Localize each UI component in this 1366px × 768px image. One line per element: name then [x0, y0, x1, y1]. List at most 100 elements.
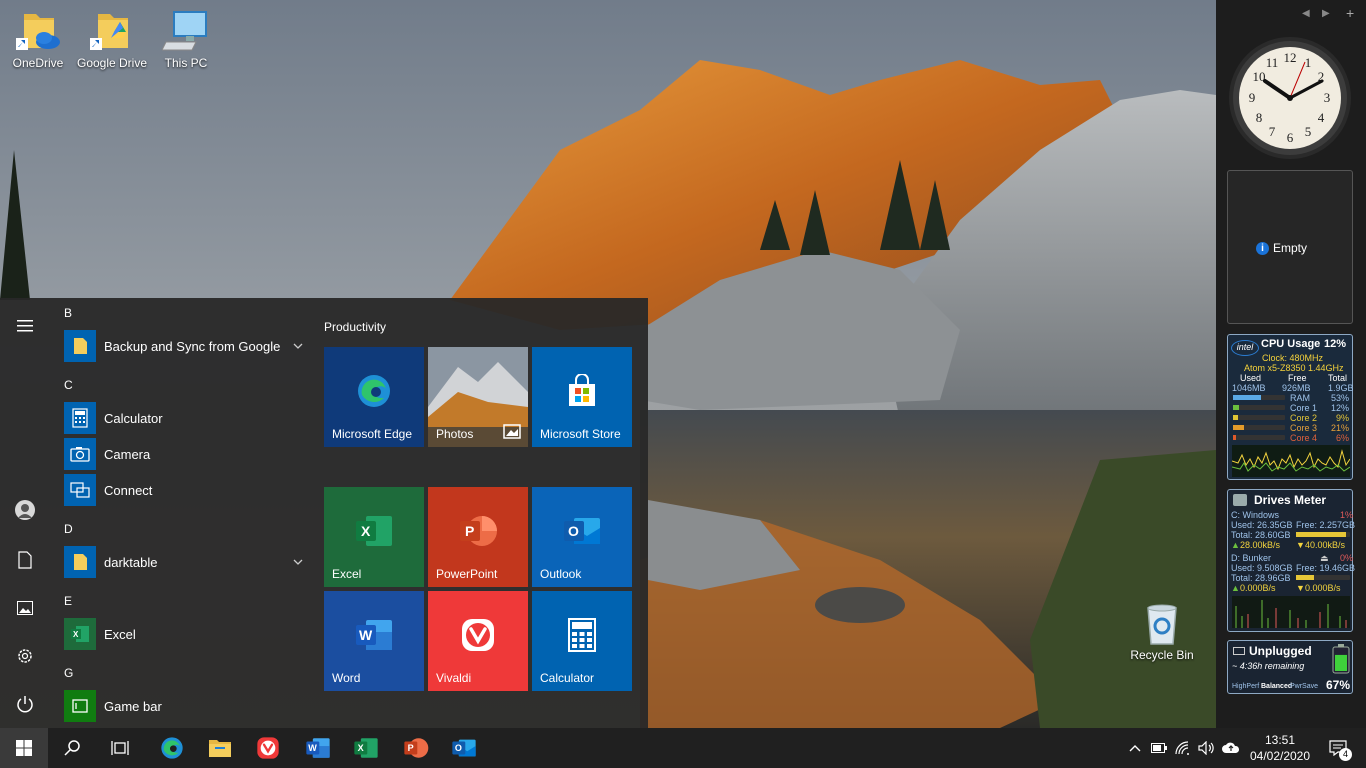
volume-tray-button[interactable]	[1195, 728, 1219, 768]
cloud-sync-tray-button[interactable]	[1219, 728, 1243, 768]
word-icon: W	[356, 620, 392, 650]
letter-header[interactable]: G	[64, 666, 73, 680]
mode-balanced[interactable]: Balanced	[1261, 683, 1292, 691]
folder-icon	[64, 330, 96, 362]
ram-bar	[1233, 395, 1285, 400]
edge-icon	[358, 375, 390, 407]
connect-icon	[64, 474, 96, 506]
taskbar-edge[interactable]	[148, 728, 196, 768]
add-gadget-icon[interactable]: +	[1346, 5, 1354, 21]
task-view-button[interactable]	[96, 728, 144, 768]
tile-outlook[interactable]: O Outlook	[532, 487, 632, 587]
app-item-backup-and-sync[interactable]: Backup and Sync from Google	[64, 330, 304, 362]
svg-text:12: 12	[1284, 50, 1297, 65]
windows-logo-icon	[16, 740, 32, 756]
chevron-down-icon[interactable]	[292, 340, 304, 352]
ram-value: 53%	[1331, 393, 1350, 403]
outlook-icon: O	[564, 518, 600, 544]
app-label: Connect	[104, 482, 153, 498]
svg-text:8: 8	[1256, 110, 1263, 125]
search-icon	[64, 740, 80, 756]
taskbar-outlook[interactable]: O	[440, 728, 488, 768]
app-item-darktable[interactable]: darktable	[64, 546, 304, 578]
tile-label: Calculator	[540, 671, 595, 685]
pictures-button[interactable]	[0, 584, 50, 632]
drives-meter-gadget[interactable]: Drives Meter C: Windows 1% Used: 26.35GB…	[1227, 489, 1355, 632]
expand-menu-button[interactable]	[0, 302, 50, 350]
previous-page-icon[interactable]: ◀	[1302, 8, 1310, 19]
cpu-model: Atom x5-Z8350 1.44GHz	[1244, 363, 1344, 373]
app-item-excel[interactable]: X Excel	[64, 618, 304, 650]
this-pc-desktop-icon[interactable]: This PC	[148, 8, 224, 70]
empty-gadget[interactable]: i Empty	[1227, 170, 1353, 324]
start-button[interactable]	[0, 728, 48, 768]
show-hidden-icons-button[interactable]	[1123, 728, 1147, 768]
next-page-icon[interactable]: ▶	[1322, 8, 1330, 19]
letter-header[interactable]: C	[64, 378, 73, 392]
analog-clock[interactable]: 12 123 4567 891011	[1228, 36, 1352, 160]
power-button[interactable]	[0, 680, 50, 728]
mode-pwrsave[interactable]: PwrSave	[1290, 683, 1318, 691]
eject-icon[interactable]: ⏏	[1320, 553, 1329, 563]
taskbar-word[interactable]: W	[294, 728, 342, 768]
desktop-icon-label: This PC	[164, 56, 208, 70]
settings-button[interactable]	[0, 632, 50, 680]
app-item-connect[interactable]: Connect	[64, 474, 304, 506]
documents-button[interactable]	[0, 536, 50, 584]
chevron-down-icon[interactable]	[292, 556, 304, 568]
tile-calculator[interactable]: Calculator	[532, 591, 632, 691]
tile-excel[interactable]: X Excel	[324, 487, 424, 587]
cpu-usage-gadget[interactable]: intel CPU Usage 12% Clock: 480MHz Atom x…	[1227, 334, 1354, 480]
mode-highperf[interactable]: HighPerf	[1232, 683, 1259, 691]
tile-vivaldi[interactable]: Vivaldi	[428, 591, 528, 691]
action-center-button[interactable]: 4	[1318, 728, 1358, 768]
battery-gadget[interactable]: Unplugged ~ 4:36h remaining HighPerf Bal…	[1227, 640, 1353, 694]
tile-microsoft-store[interactable]: Microsoft Store	[532, 347, 632, 447]
taskbar-time[interactable]: 13:51	[1244, 733, 1316, 747]
recycle-bin-desktop-icon[interactable]: Recycle Bin	[1124, 600, 1200, 662]
core1-bar	[1233, 405, 1285, 410]
core2-bar-fill	[1233, 415, 1238, 420]
tile-powerpoint[interactable]: P PowerPoint	[428, 487, 528, 587]
taskbar-date[interactable]: 04/02/2020	[1244, 749, 1316, 763]
core2-bar	[1233, 415, 1285, 420]
svg-text:7: 7	[1269, 124, 1276, 139]
desktop-icon-label: OneDrive	[12, 56, 64, 70]
app-label: Backup and Sync from Google	[104, 338, 281, 354]
core1-label: Core 1	[1290, 403, 1318, 413]
onedrive-desktop-icon[interactable]: OneDrive	[0, 8, 76, 70]
account-button[interactable]	[0, 486, 50, 534]
svg-text:9: 9	[1249, 90, 1256, 105]
app-item-game-bar[interactable]: Game bar	[64, 690, 304, 722]
desktop-icon-label: Google Drive	[76, 56, 148, 70]
core3-value: 21%	[1331, 423, 1350, 433]
search-button[interactable]	[48, 728, 96, 768]
drives-title: Drives Meter	[1254, 493, 1327, 507]
taskbar-excel[interactable]: X	[342, 728, 390, 768]
tile-word[interactable]: W Word	[324, 591, 424, 691]
mem-used: 1046MB	[1232, 383, 1266, 393]
taskbar-vivaldi[interactable]	[244, 728, 292, 768]
battery-tray-button[interactable]	[1147, 728, 1171, 768]
cpu-title: CPU Usage	[1261, 338, 1321, 350]
tile-group-title[interactable]: Productivity	[324, 320, 386, 334]
powerpoint-icon: P	[404, 738, 429, 758]
vivaldi-icon	[257, 737, 279, 759]
letter-header[interactable]: E	[64, 594, 72, 608]
desktop-icon-label: Recycle Bin	[1130, 648, 1194, 662]
tile-microsoft-edge[interactable]: Microsoft Edge	[324, 347, 424, 447]
battery-level-fill	[1335, 654, 1347, 671]
mem-header-total: Total	[1328, 373, 1348, 383]
app-item-camera[interactable]: Camera	[64, 438, 304, 470]
app-item-calculator[interactable]: Calculator	[64, 402, 304, 434]
taskbar-file-explorer[interactable]	[196, 728, 244, 768]
taskbar-powerpoint[interactable]: P	[392, 728, 440, 768]
letter-header[interactable]: D	[64, 522, 73, 536]
letter-header[interactable]: B	[64, 306, 72, 320]
calculator-icon	[64, 402, 96, 434]
c-drive-write-icon: ▼	[1296, 540, 1305, 550]
network-tray-button[interactable]	[1171, 728, 1195, 768]
battery-percent: 67%	[1326, 678, 1351, 692]
tile-photos[interactable]: Photos	[428, 347, 528, 447]
google-drive-desktop-icon[interactable]: Google Drive	[74, 8, 150, 70]
